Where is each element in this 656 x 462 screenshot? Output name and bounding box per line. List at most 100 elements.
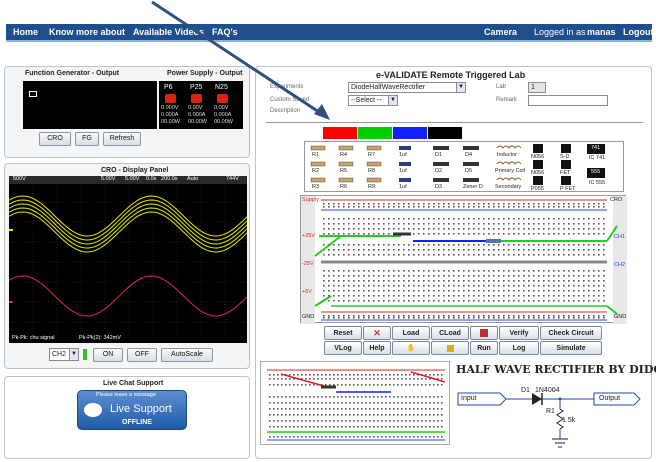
component-n056-a[interactable]: N056 [531,154,544,160]
cro-channel-indicator [83,349,87,360]
log-button[interactable]: Log [499,341,539,355]
component-cap-2[interactable]: 1uf [399,168,407,174]
load-button[interactable]: Load [392,326,430,340]
cro-status-bar: 500V 5.00V 5.00V 0.0s 200.0s Auto 744V [9,176,247,184]
psu-channel-p6: P6 [164,84,173,91]
nav-home[interactable]: Home [13,27,38,37]
remark-label: Remark [496,97,518,103]
component-r6[interactable]: R6 [340,184,347,190]
component-n056-b[interactable]: N056 [531,170,544,176]
component-palette: R1 R4 R7 1uf D1 D4 Inductor N056 S-D IC … [304,141,624,192]
custom-saved-select[interactable]: --Select -- ▼ [348,95,398,106]
chevron-down-icon: ▼ [69,349,78,360]
component-fet[interactable]: FET [560,170,570,176]
save-button[interactable] [470,326,498,340]
component-d3[interactable]: D3 [435,184,442,190]
component-cap-1[interactable]: 1uf [399,152,407,158]
plus25-label: +25V [302,233,315,239]
schematic-resistor-label: 1.5k [562,417,576,424]
component-r2[interactable]: R2 [312,168,319,174]
nav-camera[interactable]: Camera [484,27,517,37]
component-ic555[interactable]: IC 555 [589,180,605,186]
lock-icon [446,345,454,352]
nav-know-more[interactable]: Know more about [49,27,125,37]
vlog-button[interactable]: VLog [324,341,362,355]
cro-on-button[interactable]: ON [93,348,123,362]
lab-number-field[interactable]: 1 [528,82,546,93]
live-support-badge[interactable]: Please leave a message Live Support OFFL… [77,390,187,430]
component-d1[interactable]: D1 [435,152,442,158]
description-label: Description [270,108,301,114]
cro-off-button[interactable]: OFF [127,348,157,362]
ic741-chip-label: 741 [591,145,601,151]
component-r7[interactable]: R7 [368,152,375,158]
psu-current-n25: 0.000A [214,112,232,118]
cro-status-timespan: 200.0s [161,176,178,182]
reset-button[interactable]: Reset [324,326,362,340]
schematic-input-label: Input [461,395,477,402]
nav-available-videos[interactable]: Available Videos [133,27,204,37]
nav-logout[interactable]: Logout [623,27,654,37]
component-d2[interactable]: D2 [435,168,442,174]
component-primary-coil[interactable]: Primary Coil [495,168,525,174]
cro-status-ch2-scale: 5.00V [125,176,140,182]
wire-color-blue[interactable] [393,127,427,139]
schematic-title: HALF WAVE RECTIFIER BY DIDOE [456,363,656,376]
check-circuit-button[interactable]: Check Circuit [540,326,602,340]
component-s-d[interactable]: S-D [560,154,569,160]
component-r8[interactable]: R8 [368,168,375,174]
component-ic741[interactable]: IC 741 [589,155,605,161]
psu-p6-power-icon[interactable] [165,94,176,103]
component-r3[interactable]: R3 [312,184,319,190]
experiment-select[interactable]: DiodeHalfWaveRectifier ▼ [348,82,466,93]
refresh-button[interactable]: Refresh [103,132,141,146]
function-generator-panel: Function Generator - Output Power Supply… [4,66,250,158]
component-r1[interactable]: R1 [312,152,319,158]
psu-p25-power-icon[interactable] [191,94,202,103]
fg-button[interactable]: FG [75,132,99,146]
component-r4[interactable]: R4 [340,152,347,158]
component-p055[interactable]: P055 [531,186,544,192]
autoscale-button[interactable]: AutoScale [161,348,213,362]
hand-icon: ✋ [406,345,416,352]
cload-button[interactable]: CLoad [431,326,469,340]
wire-color-red[interactable] [323,127,357,139]
supply-label: Supply [302,197,319,203]
remark-input[interactable] [528,95,608,106]
cro-channel-select[interactable]: CH2 ▼ [49,348,79,361]
component-cap-3[interactable]: 1uf [399,184,407,190]
wire-color-green[interactable] [358,127,392,139]
delete-button[interactable]: ✕ [363,326,391,340]
component-secondary[interactable]: Secondary [495,184,521,190]
psu-voltage-n25: 0.00V [214,105,229,111]
wire-green-3[interactable] [314,235,342,257]
component-zener[interactable]: Zener D [463,184,483,190]
component-inductor[interactable]: Inductor [497,152,517,158]
cro-button[interactable]: CRO [39,132,71,146]
cro-footer-measure1: Pk-Pk: chu signal [12,335,55,341]
simulate-button[interactable]: Simulate [540,341,602,355]
component-r9[interactable]: R9 [368,184,375,190]
cro-status-ch1-scale: 5.00V [101,176,116,182]
help-button[interactable]: Help [363,341,391,355]
cro-status-level: 744V [226,176,239,182]
ch1-board-label: CH1 [614,234,626,240]
psu-current-p6: 0.000A [161,112,179,118]
run-button[interactable]: Run [470,341,498,355]
component-d4[interactable]: D4 [465,152,472,158]
nav-faq[interactable]: FAQ's [212,27,238,37]
psu-n25-power-icon[interactable] [217,94,228,103]
cro-footer-measure2: Pk-Pk(2): 342mV [79,335,121,341]
wire-color-black[interactable] [428,127,462,139]
lock-button[interactable] [431,341,469,355]
ch2-group-line-0 [9,275,247,317]
verify-button[interactable]: Verify [499,326,539,340]
power-supply-title: Power Supply - Output [167,70,243,77]
breadboard-graphics [301,196,627,324]
breadboard[interactable]: Supply +25V -25V +6V GND CRO CH1 CH2 GND [300,195,627,324]
component-r5[interactable]: R5 [340,168,347,174]
psu-power-p25: 00.00W [188,119,207,125]
component-p-fet[interactable]: P FET [560,186,576,192]
psu-power-n25: 00.00W [214,119,233,125]
component-d5[interactable]: D5 [465,168,472,174]
